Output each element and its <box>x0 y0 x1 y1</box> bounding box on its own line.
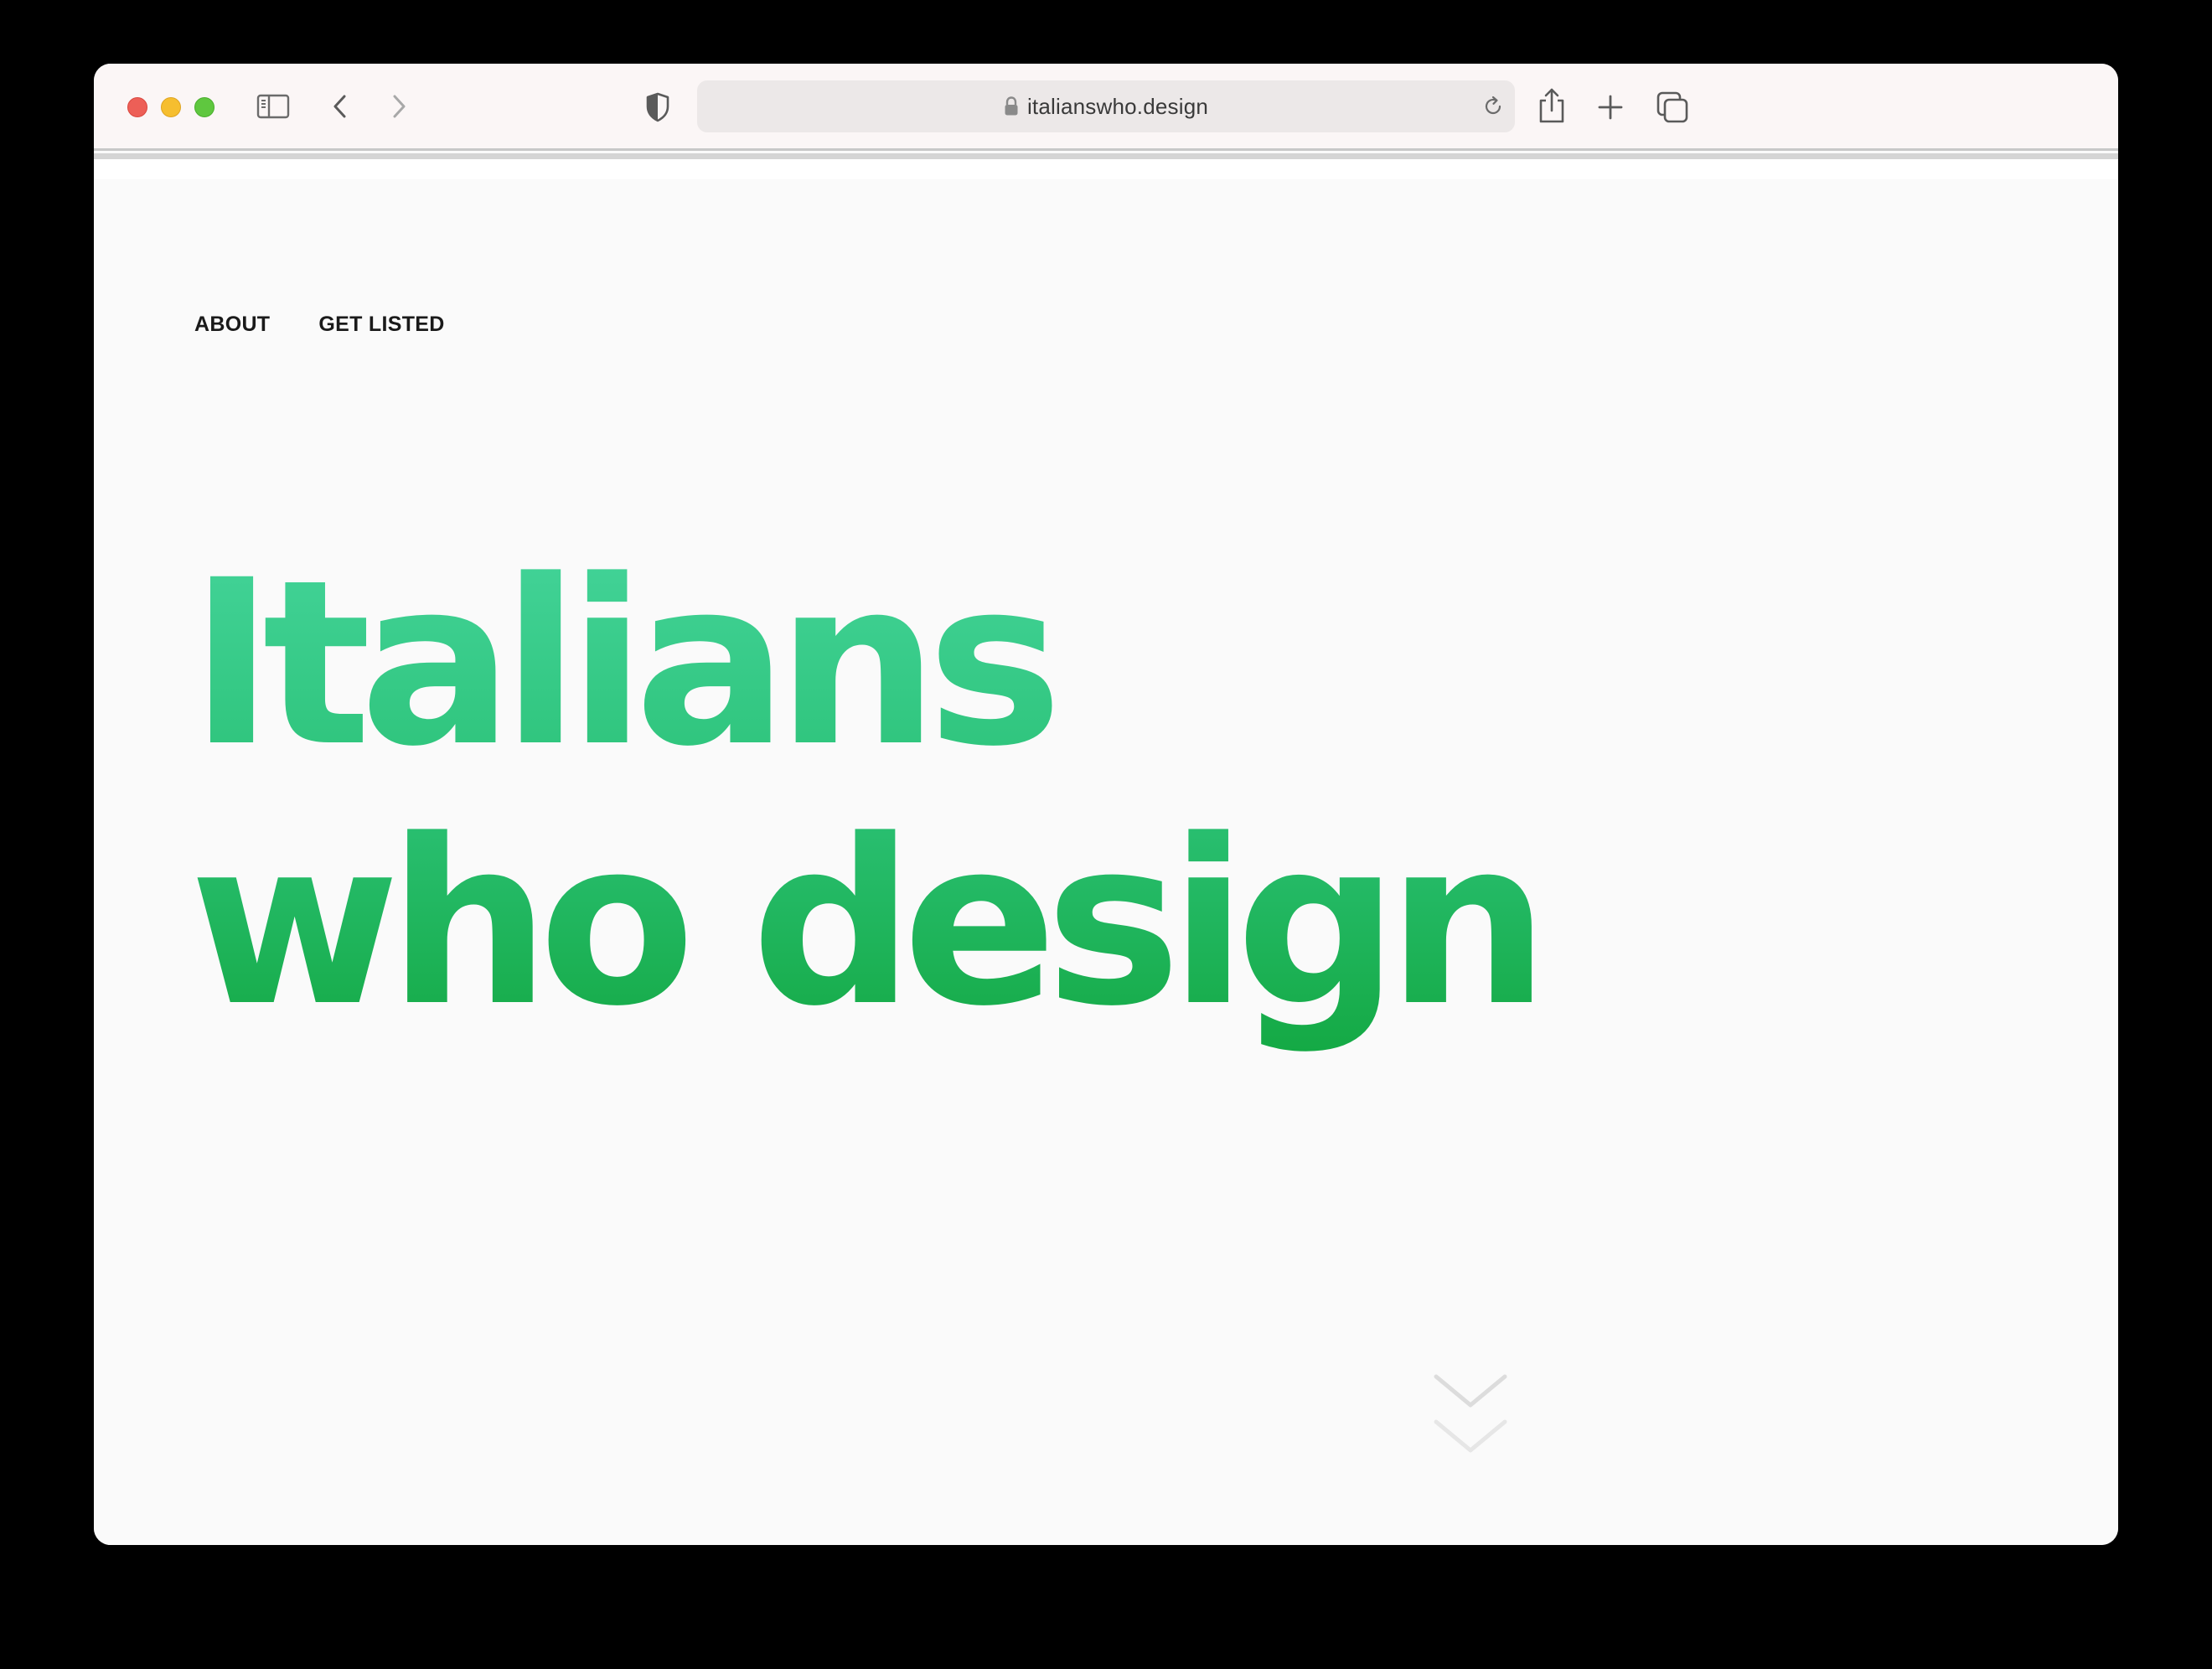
page-top-band <box>94 159 2118 179</box>
url-text: italianswho.design <box>1026 93 1209 119</box>
site-nav: ABOUT GET LISTED <box>194 313 445 337</box>
address-bar[interactable]: italianswho.design <box>697 80 1515 132</box>
hero-title: Italians who design <box>189 535 1538 1054</box>
reload-icon[interactable] <box>1481 95 1505 118</box>
nav-link-get-listed[interactable]: GET LISTED <box>318 313 444 337</box>
tab-overview-icon[interactable] <box>1656 90 1689 124</box>
nav-link-about[interactable]: ABOUT <box>194 313 270 337</box>
lock-icon <box>1005 96 1018 116</box>
forward-icon[interactable] <box>389 94 409 119</box>
hero-title-line-2: who design <box>189 792 1538 1057</box>
window-close-button[interactable] <box>127 97 147 117</box>
window-minimize-button[interactable] <box>161 97 181 117</box>
browser-window: italianswho.design ABOUT GET LISTED Ital… <box>94 64 2118 1545</box>
window-maximize-button[interactable] <box>194 97 214 117</box>
new-tab-icon[interactable] <box>1597 94 1624 121</box>
browser-toolbar: italianswho.design <box>94 64 2118 151</box>
shield-icon[interactable] <box>645 92 670 122</box>
hero-title-line-1: Italians <box>189 532 1052 797</box>
page-top-divider <box>94 153 2118 159</box>
share-icon[interactable] <box>1537 87 1567 124</box>
sidebar-icon[interactable] <box>256 94 290 119</box>
back-icon[interactable] <box>330 94 350 119</box>
double-chevron-down-icon[interactable] <box>1433 1368 1508 1460</box>
web-page: ABOUT GET LISTED Italians who design <box>94 153 2118 1545</box>
